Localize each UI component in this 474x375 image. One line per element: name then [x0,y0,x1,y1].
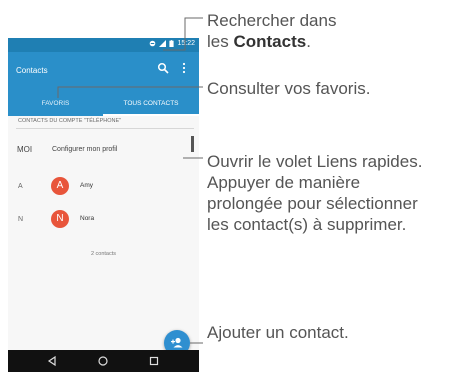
phone-screen: 15:22 Contacts FAVORIS TOUS CONTACTS CON… [8,38,199,372]
app-title: Contacts [16,66,48,75]
contact-row-amy[interactable]: A A Amy [8,176,199,198]
quick-links-handle[interactable] [191,136,194,152]
do-not-disturb-icon [150,40,156,47]
callout-quick-links-line1: Ouvrir le volet Liens rapides. [207,152,423,171]
home-icon[interactable] [97,355,109,367]
setup-profile-link[interactable]: Configurer mon profil [52,146,117,153]
back-icon[interactable] [46,355,58,367]
tab-indicator [103,114,199,116]
profile-label: MOI [17,145,33,154]
callout-quick-links: Ouvrir le volet Liens rapides. Appuyer d… [207,151,471,235]
overflow-menu-icon[interactable] [180,62,188,74]
contact-row-nora[interactable]: N N Nora [8,209,199,231]
avatar[interactable]: A [51,177,69,195]
callout-search: Rechercher dans les Contacts. [207,10,467,52]
callout-search-line2: les Contacts. [207,31,467,52]
profile-row[interactable]: MOI Configurer mon profil [8,142,199,160]
signal-icon [159,40,167,47]
app-bar: Contacts [8,52,199,94]
tab-favorites[interactable]: FAVORIS [8,100,103,107]
callout-search-suffix: . [306,32,311,51]
navigation-bar [8,350,199,372]
avatar[interactable]: N [51,210,69,228]
status-bar: 15:22 [8,38,199,52]
index-letter: N [18,216,24,223]
tab-all-contacts[interactable]: TOUS CONTACTS [103,100,199,107]
callout-quick-links-line4: les contact(s) à supprimer. [207,215,407,234]
contact-count: 2 contacts [90,251,117,257]
callout-search-prefix: les [207,32,234,51]
callout-search-bold: Contacts [233,32,307,51]
divider [16,128,194,129]
tab-bar: FAVORIS TOUS CONTACTS [8,94,199,116]
status-time: 15:22 [177,40,195,47]
callout-favorites: Consulter vos favoris. [207,79,371,98]
contact-name: Amy [80,182,93,189]
search-icon[interactable] [157,62,169,74]
callout-search-line1: Rechercher dans [207,11,337,30]
callout-add-contact: Ajouter un contact. [207,323,349,342]
callout-quick-links-line3: prolongée pour sélectionner [207,194,418,213]
recents-icon[interactable] [148,355,160,367]
contact-name: Nora [80,215,95,222]
section-header: CONTACTS DU COMPTE "TÉLÉPHONE" [18,118,122,124]
index-letter: A [18,183,23,190]
battery-icon [169,40,175,47]
callout-quick-links-line2: Appuyer de manière [207,173,361,192]
